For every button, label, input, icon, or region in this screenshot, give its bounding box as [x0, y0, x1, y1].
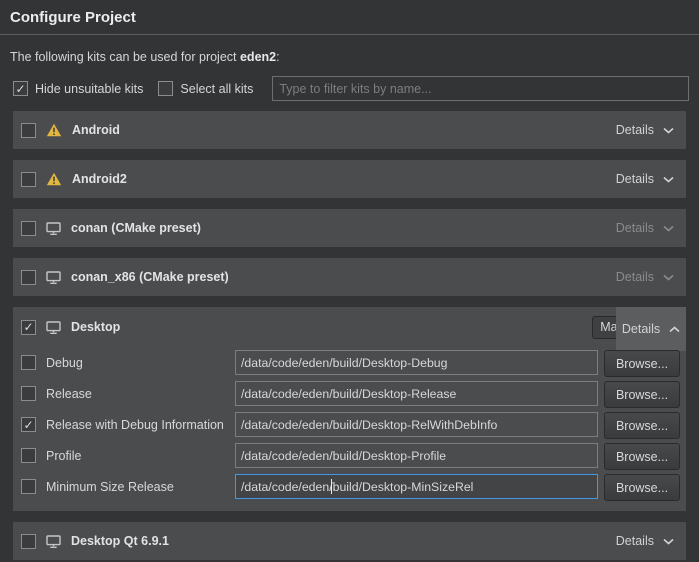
browse-button[interactable]: Browse...	[604, 350, 680, 377]
warning-icon	[46, 123, 62, 137]
chevron-down-icon	[663, 176, 674, 183]
kit-name: Desktop Qt 6.9.1	[71, 534, 169, 548]
config-label: Profile	[46, 449, 81, 463]
build-dir-field-wrap	[235, 443, 598, 468]
chevron-up-icon	[669, 326, 680, 333]
build-dir-field-wrap	[235, 412, 598, 437]
config-checkbox[interactable]: ✓	[21, 386, 36, 401]
configure-project-page: { "header": { "title": "Configure Projec…	[0, 0, 699, 562]
kit-section-desktop: Details ✓ Desktop Manage... ✓ Debug Brow…	[13, 307, 686, 511]
build-dir-input[interactable]	[235, 381, 598, 406]
build-config-row-profile: ✓ Profile Browse...	[13, 440, 686, 471]
desktop-icon	[46, 271, 61, 284]
details-label: Details	[616, 172, 654, 186]
kit-row-desktop-qt[interactable]: ✓ Desktop Qt 6.9.1 Details	[13, 522, 686, 560]
config-label: Release with Debug Information	[46, 418, 224, 432]
desktop-icon	[46, 222, 61, 235]
details-button[interactable]: Details	[616, 534, 674, 548]
chevron-down-icon	[663, 538, 674, 545]
kit-checkbox[interactable]: ✓	[21, 270, 36, 285]
config-checkbox[interactable]: ✓	[21, 479, 36, 494]
details-label: Details	[616, 123, 654, 137]
kit-checkbox[interactable]: ✓	[21, 123, 36, 138]
details-button: Details	[616, 221, 674, 235]
config-checkbox[interactable]: ✓	[21, 355, 36, 370]
select-all-kits-group: ✓ Select all kits	[158, 81, 253, 96]
browse-button[interactable]: Browse...	[604, 474, 680, 501]
kit-list: ✓ Android Details ✓ Android2 Details ✓ c…	[13, 111, 686, 560]
select-all-kits-checkbox[interactable]: ✓	[158, 81, 173, 96]
browse-button[interactable]: Browse...	[604, 443, 680, 470]
checkmark-icon: ✓	[23, 419, 33, 431]
build-config-row-debug: ✓ Debug Browse...	[13, 347, 686, 378]
build-config-row-minsizerel: ✓ Minimum Size Release Browse...	[13, 471, 686, 502]
build-dir-field-wrap	[235, 350, 598, 375]
filter-row: ✓ Hide unsuitable kits ✓ Select all kits	[10, 76, 689, 101]
config-label: Debug	[46, 356, 83, 370]
text-caret	[331, 479, 332, 494]
build-dir-input[interactable]	[235, 412, 598, 437]
kit-checkbox[interactable]: ✓	[21, 320, 36, 335]
desktop-icon	[46, 535, 61, 548]
details-label: Details	[616, 534, 654, 548]
checkmark-icon: ✓	[15, 83, 25, 95]
kit-row-desktop[interactable]: ✓ Desktop Manage...	[13, 307, 686, 347]
config-checkbox[interactable]: ✓	[21, 448, 36, 463]
warning-icon	[46, 172, 62, 186]
desktop-icon	[46, 321, 61, 334]
browse-button[interactable]: Browse...	[604, 412, 680, 439]
build-dir-input[interactable]	[235, 350, 598, 375]
hide-unsuitable-kits-checkbox[interactable]: ✓	[13, 81, 28, 96]
kit-checkbox[interactable]: ✓	[21, 172, 36, 187]
config-label: Minimum Size Release	[46, 480, 174, 494]
config-label: Release	[46, 387, 92, 401]
build-dir-input[interactable]	[235, 443, 598, 468]
kit-name: Android	[72, 123, 120, 137]
details-toggle[interactable]: Details	[622, 322, 680, 336]
build-dir-input-focused[interactable]	[235, 474, 598, 499]
kit-row-conan[interactable]: ✓ conan (CMake preset) Details	[13, 209, 686, 247]
kit-row-conan-x86[interactable]: ✓ conan_x86 (CMake preset) Details	[13, 258, 686, 296]
chevron-down-icon	[663, 274, 674, 281]
build-dir-field-wrap	[235, 474, 598, 499]
details-button[interactable]: Details	[616, 123, 674, 137]
build-config-row-release: ✓ Release Browse...	[13, 378, 686, 409]
details-label: Details	[616, 270, 654, 284]
details-button: Details	[616, 270, 674, 284]
browse-button[interactable]: Browse...	[604, 381, 680, 408]
details-button[interactable]: Details	[616, 172, 674, 186]
select-all-kits-label: Select all kits	[180, 82, 253, 96]
details-label: Details	[622, 322, 660, 336]
kits-description-prefix: The following kits can be used for proje…	[10, 50, 240, 64]
kit-row-android[interactable]: ✓ Android Details	[13, 111, 686, 149]
kits-description-suffix: :	[276, 50, 279, 64]
kit-name: Android2	[72, 172, 127, 186]
checkmark-icon: ✓	[23, 321, 33, 333]
details-button[interactable]: Details	[616, 307, 686, 351]
build-dir-field-wrap	[235, 381, 598, 406]
kit-checkbox[interactable]: ✓	[21, 221, 36, 236]
kit-name: conan (CMake preset)	[71, 221, 201, 235]
kit-filter-input[interactable]	[272, 76, 689, 101]
hide-unsuitable-kits-label: Hide unsuitable kits	[35, 82, 143, 96]
hide-unsuitable-kits-group: ✓ Hide unsuitable kits	[13, 81, 143, 96]
details-label: Details	[616, 221, 654, 235]
build-config-row-relwithdebinfo: ✓ Release with Debug Information Browse.…	[13, 409, 686, 440]
chevron-down-icon	[663, 225, 674, 232]
kits-description: The following kits can be used for proje…	[10, 50, 689, 64]
config-checkbox[interactable]: ✓	[21, 417, 36, 432]
kit-checkbox[interactable]: ✓	[21, 534, 36, 549]
project-name: eden2	[240, 50, 276, 64]
kit-name: conan_x86 (CMake preset)	[71, 270, 229, 284]
chevron-down-icon	[663, 127, 674, 134]
kit-row-android2[interactable]: ✓ Android2 Details	[13, 160, 686, 198]
page-title: Configure Project	[0, 0, 699, 35]
kit-name: Desktop	[71, 320, 120, 334]
